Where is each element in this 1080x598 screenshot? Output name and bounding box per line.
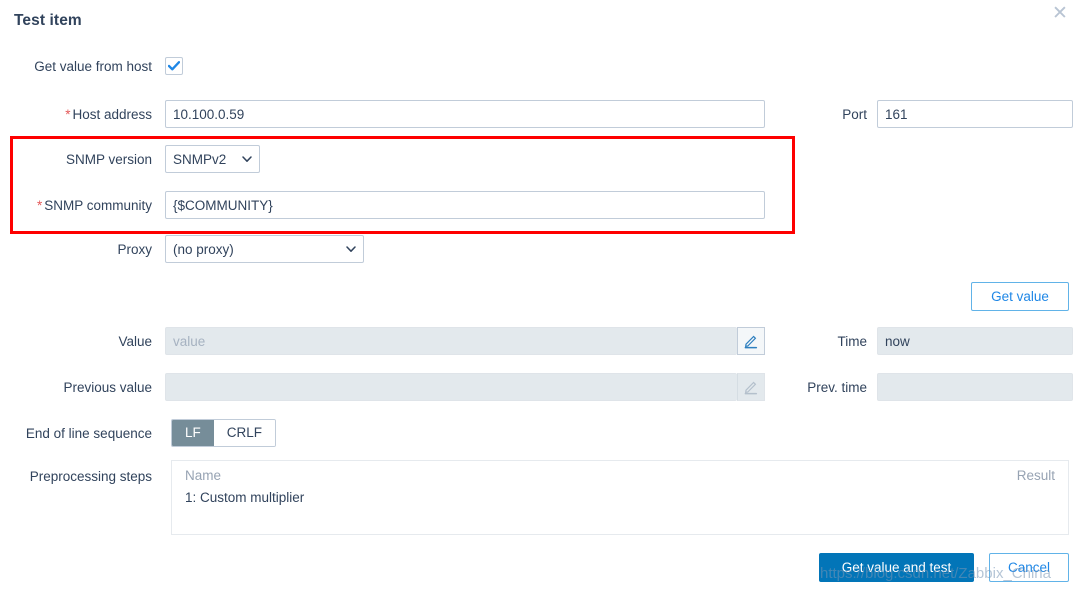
check-icon	[168, 61, 180, 71]
close-icon[interactable]: ✕	[1050, 3, 1070, 23]
snmp-community-row: * SNMP community	[0, 191, 765, 219]
proxy-label: Proxy	[117, 241, 152, 257]
time-input[interactable]	[877, 327, 1073, 355]
proxy-select-wrap: (no proxy)	[165, 235, 364, 263]
snmp-version-row: SNMP version SNMPv2	[0, 145, 260, 173]
preprocessing-table-header: Name Result	[172, 461, 1068, 488]
get-value-button[interactable]: Get value	[971, 282, 1069, 311]
previous-value-row: Previous value	[0, 373, 765, 401]
port-row: Port	[795, 100, 1073, 128]
eol-option-lf[interactable]: LF	[172, 420, 214, 446]
host-address-row: * Host address	[0, 100, 765, 128]
previous-value-edit-pencil-button[interactable]	[737, 373, 765, 401]
prev-time-row: Prev. time	[783, 373, 1073, 401]
get-value-and-test-button[interactable]: Get value and test	[819, 553, 974, 582]
proxy-select[interactable]: (no proxy)	[165, 235, 364, 263]
get-value-from-host-row: Get value from host	[0, 57, 200, 75]
preprocessing-steps-label: Preprocessing steps	[29, 469, 152, 484]
port-input[interactable]	[877, 100, 1073, 128]
get-value-from-host-checkbox[interactable]	[165, 57, 183, 75]
required-asterisk: *	[65, 106, 71, 122]
column-header-result: Result	[1016, 468, 1055, 483]
prev-time-input[interactable]	[877, 373, 1073, 401]
value-row: Value	[0, 327, 765, 355]
preprocessing-step-name: 1: Custom multiplier	[185, 490, 305, 505]
previous-value-input[interactable]	[165, 373, 737, 401]
time-label: Time	[837, 333, 868, 349]
host-address-label: * Host address	[65, 106, 152, 122]
eol-option-crlf[interactable]: CRLF	[213, 420, 276, 446]
time-row: Time	[795, 327, 1073, 355]
proxy-row: Proxy (no proxy)	[0, 235, 364, 263]
pencil-icon	[744, 381, 758, 395]
value-label: Value	[118, 333, 152, 349]
port-label: Port	[842, 106, 867, 122]
snmp-community-input[interactable]	[165, 191, 765, 219]
eol-sequence-label: End of line sequence	[25, 425, 152, 441]
previous-value-label: Previous value	[63, 379, 152, 395]
snmp-version-select[interactable]: SNMPv2	[165, 145, 260, 173]
pencil-icon	[744, 335, 758, 349]
snmp-version-select-wrap: SNMPv2	[165, 145, 260, 173]
value-input[interactable]	[165, 327, 737, 355]
dialog-title: Test item	[14, 12, 82, 29]
host-address-input[interactable]	[165, 100, 765, 128]
value-edit-pencil-button[interactable]	[737, 327, 765, 355]
eol-sequence-row: End of line sequence LF CRLF	[0, 419, 277, 447]
get-value-from-host-label: Get value from host	[34, 58, 152, 74]
preprocessing-label-row: Preprocessing steps	[0, 469, 152, 484]
snmp-version-label: SNMP version	[65, 151, 152, 167]
snmp-community-label: * SNMP community	[36, 197, 152, 213]
eol-sequence-segmented-control: LF CRLF	[171, 419, 277, 447]
column-header-name: Name	[185, 468, 222, 483]
table-row[interactable]: 1: Custom multiplier	[172, 488, 1068, 513]
cancel-button[interactable]: Cancel	[989, 553, 1069, 582]
required-asterisk: *	[36, 197, 43, 213]
preprocessing-steps-table: Name Result 1: Custom multiplier	[171, 460, 1069, 535]
test-item-dialog: ✕ Test item Get value from host * Host ad…	[0, 0, 1080, 598]
prev-time-label: Prev. time	[807, 379, 867, 395]
